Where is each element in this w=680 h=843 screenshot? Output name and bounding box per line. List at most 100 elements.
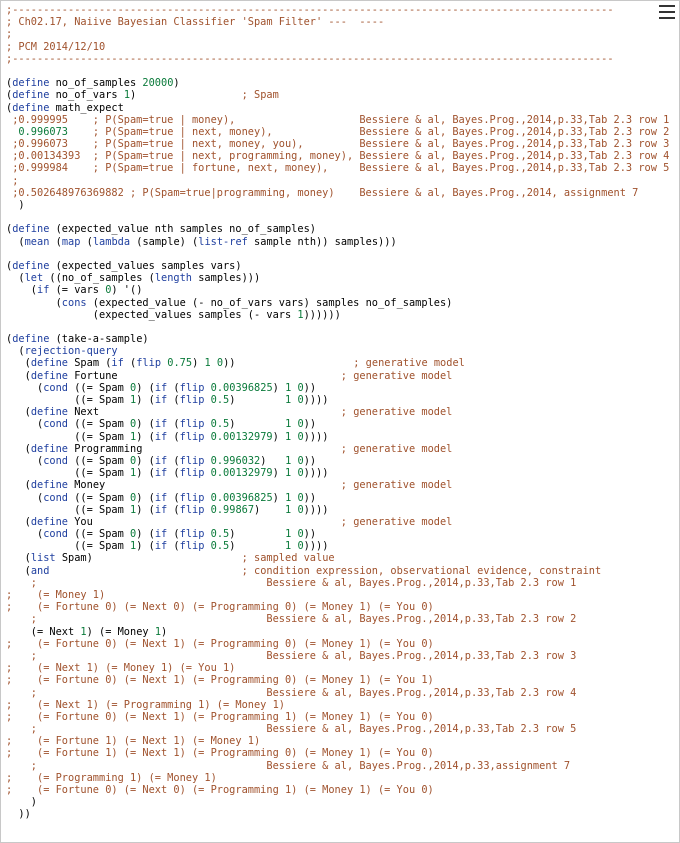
code-keyword: flip [179, 491, 205, 504]
code-line: ; Bessiere & al, Bayes.Prog.,2014,p.33,T… [6, 613, 655, 625]
code-keyword: if [154, 503, 168, 516]
code-text: ( [167, 491, 180, 504]
code-text: ((no_of_samples ( [43, 272, 155, 285]
code-text: )) [223, 357, 354, 370]
code-number: 0.99867 [210, 503, 255, 516]
code-line: (define math_expect [6, 102, 655, 114]
code-comment: ; Bessiere & al, Bayes.Prog.,2014,p.33,a… [6, 759, 571, 772]
code-comment: ; Bessiere & al, Bayes.Prog.,2014,p.33,T… [6, 723, 577, 736]
code-text: ((= Spam [68, 381, 131, 394]
code-text: ) ( [136, 540, 155, 553]
code-line: ((= Spam 1) (if (flip 0.00132979) 1 0)))… [6, 431, 655, 443]
code-text: ( [167, 418, 180, 431]
code-text: ) [229, 394, 286, 406]
code-line: ((= Spam 1) (if (flip 0.5) 1 0)))) [6, 394, 655, 406]
code-line: ((= Spam 1) (if (flip 0.5) 1 0)))) [6, 540, 655, 552]
code-keyword: if [154, 418, 168, 431]
code-comment: ; generative model [340, 479, 453, 492]
code-line: (expected_values samples (- vars 1)))))) [6, 309, 655, 321]
code-text: ) ( [136, 430, 155, 443]
code-number: 0.00396825 [210, 491, 273, 504]
code-text: ) ( [136, 491, 155, 504]
code-line: ;---------------------------------------… [6, 53, 655, 65]
code-text: ( [6, 369, 31, 382]
code-text: )) [303, 491, 317, 504]
code-line: ; PCM 2014/12/10 [6, 41, 655, 53]
code-line: )) [6, 808, 655, 820]
code-keyword: map [61, 235, 81, 248]
code-text: ( [167, 430, 180, 443]
code-line: ; Bessiere & al, Bayes.Prog.,2014,p.33,a… [6, 760, 655, 772]
code-keyword: if [37, 284, 50, 297]
code-text: ) [272, 491, 286, 504]
code-text: Money [68, 479, 341, 492]
code-line: ; (= Fortune 0) (= Next 1) (= Programmin… [6, 638, 655, 650]
code-keyword: flip [179, 528, 205, 541]
code-comment: ; (= Fortune 0) (= Next 0) (= Programmin… [6, 784, 434, 796]
code-keyword: if [154, 430, 168, 443]
code-text: ((= Spam [68, 491, 131, 504]
code-number: 0.00132979 [210, 467, 273, 480]
code-comment: ; Ch02.17, Naiive Bayesian Classifier 'S… [6, 16, 385, 29]
code-comment: ; [6, 174, 19, 187]
menu-bar [659, 5, 675, 7]
hamburger-menu-icon[interactable] [659, 4, 675, 20]
code-text: ((= Spam [6, 540, 130, 553]
code-text: ) [254, 503, 286, 516]
code-number: 0.996032 [210, 454, 261, 467]
code-text: ) [161, 625, 168, 638]
code-line: ; (= Fortune 1) (= Next 1) (= Money 1) [6, 735, 655, 747]
code-text: ( [6, 345, 25, 358]
code-text: sample nth)) samples))) [247, 235, 397, 248]
code-line: ; Bessiere & al, Bayes.Prog.,2014,p.33,T… [6, 687, 655, 699]
code-text: )) [6, 808, 31, 821]
code-text: ) ( [136, 454, 155, 467]
code-keyword: define [12, 101, 50, 114]
code-number: 0.5 [210, 528, 230, 541]
code-text: ( [6, 296, 62, 309]
code-text: )))) [303, 430, 329, 443]
code-text: ) [192, 357, 205, 370]
code-line: ; (= Fortune 0) (= Next 1) (= Programmin… [6, 674, 655, 686]
code-comment: ; condition expression, observational ev… [241, 564, 602, 577]
code-keyword: define [12, 259, 50, 272]
code-text: )) [303, 381, 317, 394]
code-editor-window: ;---------------------------------------… [0, 0, 680, 843]
code-text: ((= Spam [6, 467, 130, 480]
code-line: (and ; condition expression, observation… [6, 565, 655, 577]
code-text: ( [167, 454, 180, 467]
code-line: (cond ((= Spam 0) (if (flip 0.996032) 1 … [6, 455, 655, 467]
code-text: ( [6, 564, 31, 577]
code-comment: ; sampled value [241, 552, 335, 565]
code-number: 0.00132979 [210, 430, 273, 443]
code-comment: ;0.502648976369882 ; P(Spam=true|program… [6, 186, 639, 199]
code-number: 0.00396825 [210, 381, 273, 394]
code-text: Fortune [68, 369, 341, 382]
code-number: 20000 [142, 77, 174, 90]
code-text: ) [272, 381, 286, 394]
code-comment: ; generative model [340, 442, 453, 455]
code-text: Next [68, 406, 341, 419]
code-line: (define Money ; generative model [6, 479, 655, 491]
code-text: ( [6, 357, 31, 370]
code-comment: ; (= Next 1) (= Money 1) (= You 1) [6, 662, 236, 675]
code-text: ((= Spam [6, 503, 130, 516]
code-line: (list Spam) ; sampled value [6, 552, 655, 564]
code-comment: ; generative model [353, 357, 465, 370]
code-text: ) (= Money [86, 625, 155, 638]
code-number: 0.5 [210, 540, 230, 553]
code-keyword: lambda [92, 235, 131, 248]
code-keyword: if [154, 394, 168, 406]
code-comment: ; (= Fortune 0) (= Next 1) (= Programmin… [6, 637, 434, 650]
code-keyword: flip [179, 394, 205, 406]
code-text: ( [167, 394, 180, 406]
code-keyword: define [30, 479, 69, 492]
code-text: ( [80, 235, 93, 248]
code-text: ((= Spam [68, 418, 131, 431]
code-comment: ; Bessiere & al, Bayes.Prog.,2014,p.33,T… [6, 576, 577, 589]
code-text: ( [6, 454, 44, 467]
code-area[interactable]: ;---------------------------------------… [6, 4, 669, 821]
code-text: ( [6, 552, 31, 565]
